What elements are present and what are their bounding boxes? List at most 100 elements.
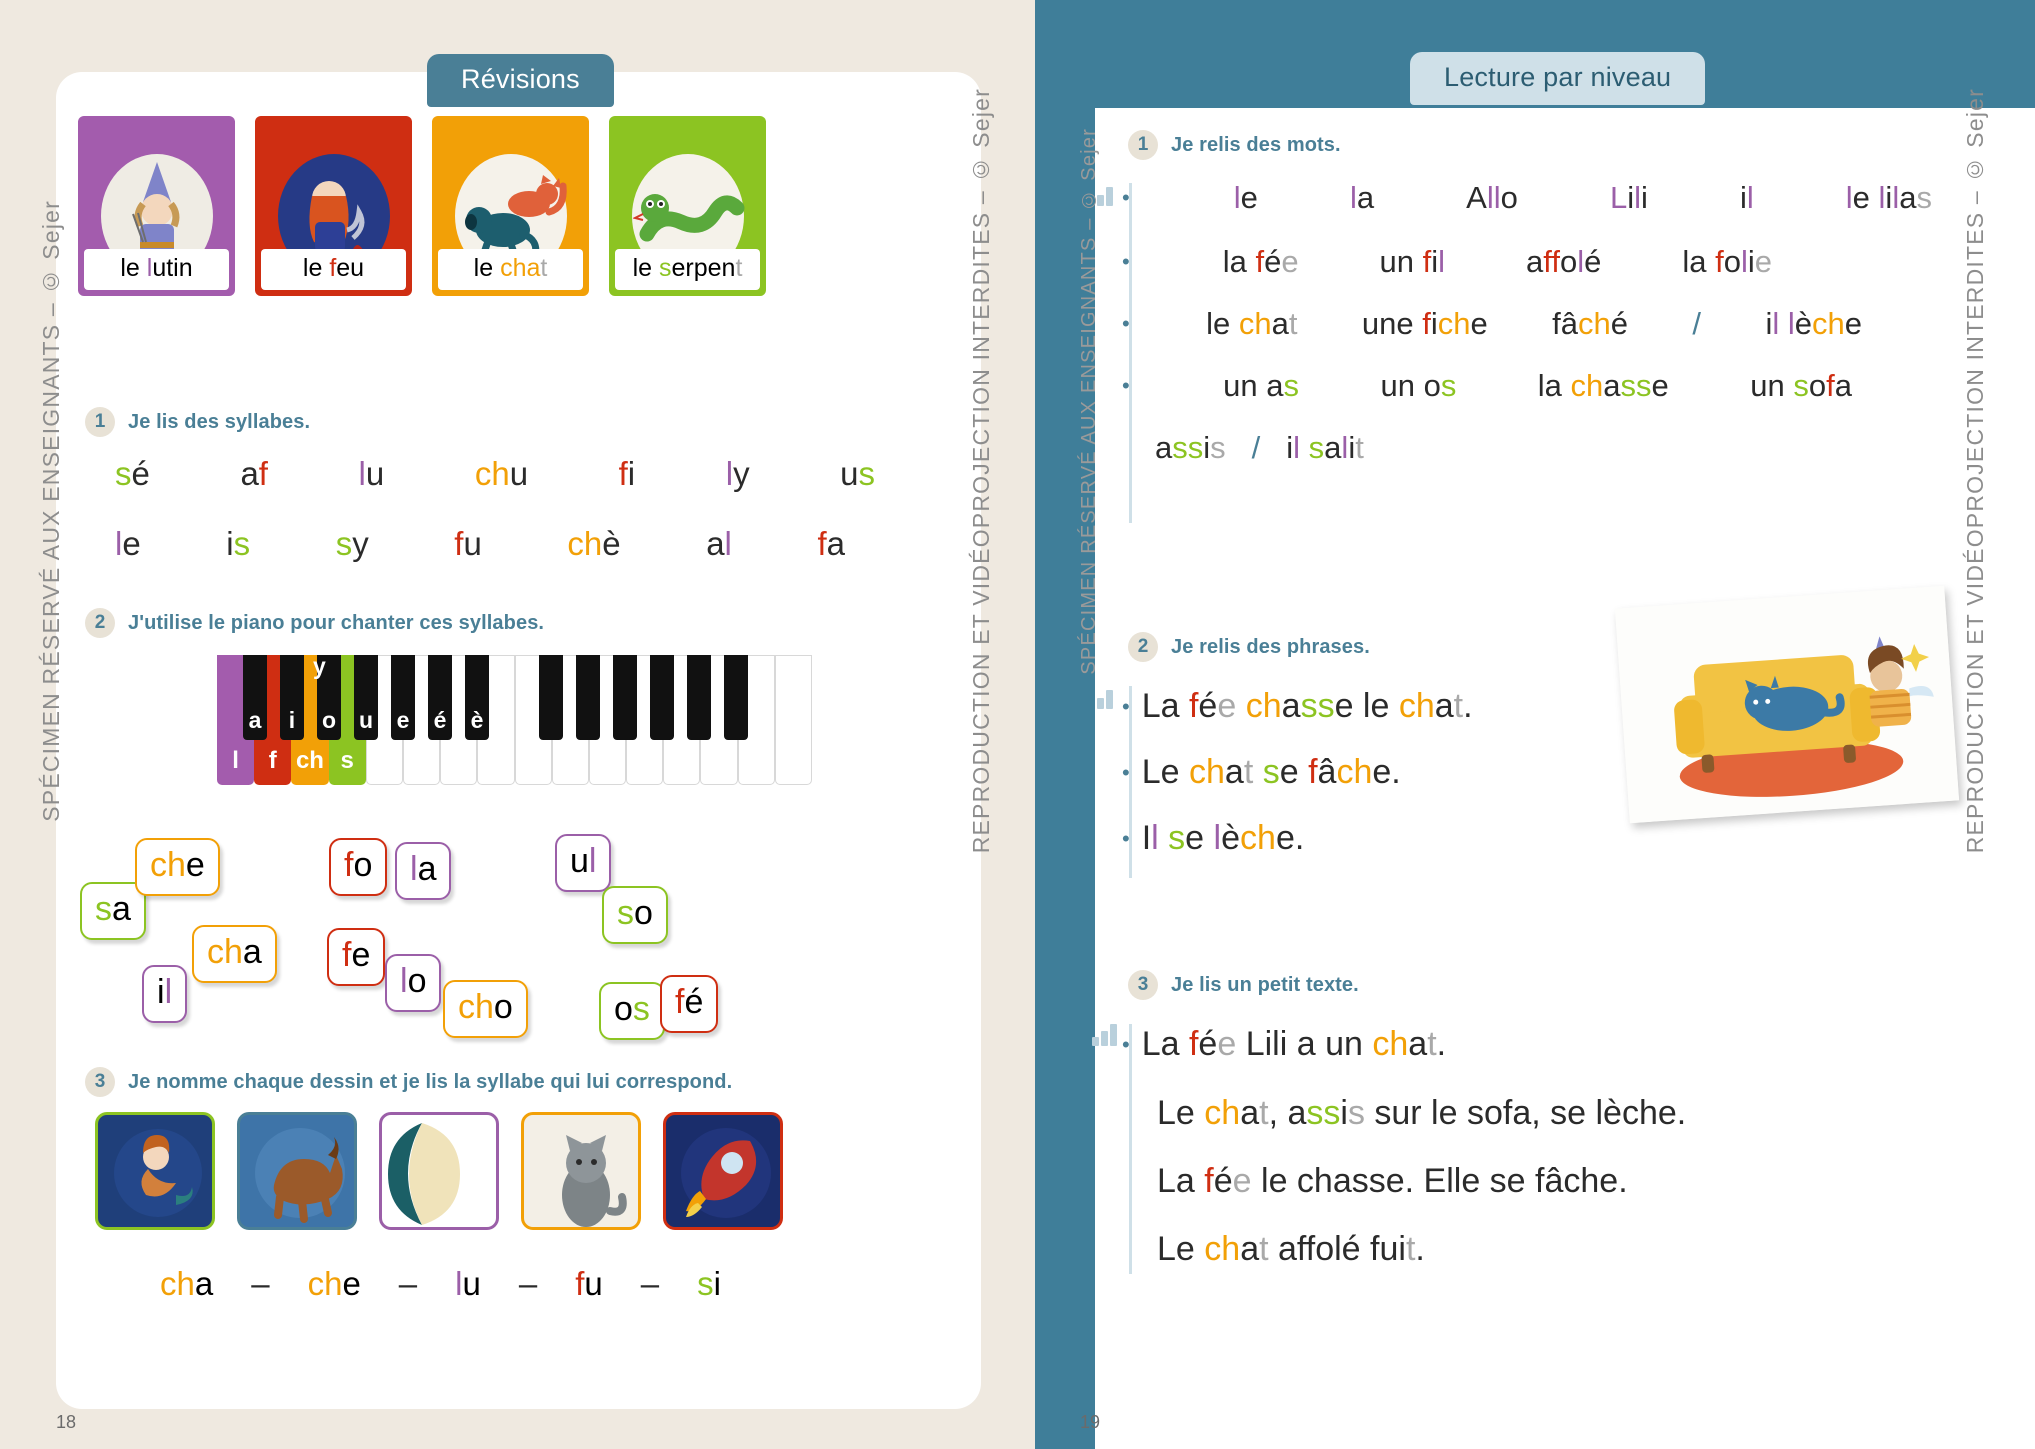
answer-item: fu: [575, 1265, 603, 1302]
piano-black-key-i[interactable]: i: [280, 655, 304, 740]
syllable-cell: sy: [335, 525, 369, 562]
piano-key-label: è: [470, 707, 484, 733]
piano-black-key[interactable]: [724, 655, 748, 740]
word: affolé: [1526, 244, 1602, 279]
word: un as: [1223, 368, 1300, 403]
word: la chasse: [1537, 368, 1669, 403]
vocab-card-lutin[interactable]: le lutin: [78, 116, 235, 296]
horse-illustration: [255, 1128, 345, 1223]
exercise-number: 3: [85, 1067, 115, 1097]
tab-revisions[interactable]: Révisions: [427, 54, 614, 107]
piano-black-key-eacute[interactable]: é: [428, 655, 452, 740]
word-separator: /: [1692, 306, 1702, 341]
piano-black-key-e[interactable]: e: [391, 655, 415, 740]
answer-separator: –: [518, 1265, 538, 1302]
piano-key-label: a: [248, 707, 262, 733]
word: la: [1349, 180, 1375, 215]
piano-keyboard[interactable]: l f ch s y a i o u e é è: [217, 653, 812, 785]
scene-photo: [1614, 585, 1960, 824]
moon-illustration: [388, 1123, 460, 1225]
word-line-4: • un as un os la chasse un sofa: [1122, 368, 1852, 404]
piano-key-label: é: [433, 707, 447, 733]
piano-black-key-egrave[interactable]: è: [465, 655, 489, 740]
exercise-title: Je relis des phrases.: [1171, 635, 1370, 658]
label-part-pre: le: [120, 254, 147, 282]
thumbnail-horse[interactable]: [237, 1112, 357, 1230]
syllable-chip-os[interactable]: os: [599, 982, 665, 1040]
piano-black-keys[interactable]: y a i o u e é è: [217, 653, 812, 785]
vocab-card-feu[interactable]: le feu: [255, 116, 412, 296]
thumbnail-moon[interactable]: [379, 1112, 499, 1230]
syllable-chip-fe[interactable]: fe: [327, 928, 386, 986]
exercise-title: J'utilise le piano pour chanter ces syll…: [128, 611, 545, 634]
sentence-text: Le chat affolé fuit.: [1157, 1230, 1425, 1268]
syllable-cell: ly: [725, 455, 750, 492]
bullet-icon: •: [1122, 759, 1130, 785]
word: fâché: [1552, 306, 1629, 341]
word: une fiche: [1361, 306, 1488, 341]
piano-key-label: o: [321, 707, 337, 733]
text-line-1: • La fée Lili a un chat.: [1122, 1025, 1446, 1064]
tab-lecture-par-niveau[interactable]: Lecture par niveau: [1410, 52, 1706, 105]
answer-syllable-row: cha – che – lu – fu – si: [160, 1265, 721, 1303]
piano-black-key[interactable]: [576, 655, 600, 740]
exercise-title: Je nomme chaque dessin et je lis la syll…: [128, 1070, 733, 1093]
word: la folie: [1682, 244, 1772, 279]
word-separator: /: [1251, 430, 1261, 465]
syllable-chip-fo[interactable]: fo: [329, 838, 388, 896]
syllable-chip-cloud: sa che il cha fo la fe lo cho ul so os f…: [80, 820, 860, 1070]
vocab-label-feu: le feu: [261, 249, 406, 290]
label-part-mute: t: [735, 254, 743, 282]
sentence-text: Le chat se fâche.: [1141, 753, 1401, 791]
word: un fil: [1379, 244, 1446, 279]
vocab-card-serpent[interactable]: le serpent: [609, 116, 766, 296]
syllable-chip-sa[interactable]: sa: [80, 882, 146, 940]
syllable-cell: chè: [567, 525, 621, 562]
word: il salit: [1286, 430, 1364, 465]
sentence-text: La fée Lili a un chat.: [1141, 1025, 1447, 1063]
syllable-row-2: le is sy fu chè al fa: [115, 525, 845, 563]
syllable-cell: sé: [115, 455, 150, 492]
word-line-5: assis / il salit: [1155, 430, 1364, 466]
syllable-chip-la[interactable]: la: [395, 842, 452, 900]
sentence-2: • Le chat se fâche.: [1122, 753, 1401, 792]
syllable-chip-il[interactable]: il: [142, 965, 188, 1023]
sentence-text: La fée chasse le chat.: [1141, 687, 1473, 725]
vocab-card-chat[interactable]: le chat: [432, 116, 589, 296]
syllable-chip-fe2[interactable]: fé: [660, 975, 719, 1033]
word: assis: [1155, 430, 1226, 465]
cat-illustration: [562, 1135, 627, 1227]
syllable-cell: af: [240, 455, 268, 492]
syllable-chip-lo[interactable]: lo: [385, 954, 442, 1012]
answer-separator: –: [640, 1265, 660, 1302]
syllable-chip-so[interactable]: so: [602, 886, 668, 944]
bullet-icon: •: [1122, 185, 1130, 210]
label-part-pre: le: [302, 254, 330, 282]
exercise-number: 1: [1128, 130, 1158, 160]
word-line-1: • le la Allo Lili il le lilas: [1122, 180, 1932, 216]
piano-black-key[interactable]: [539, 655, 563, 740]
sentence-text: La fée le chasse. Elle se fâche.: [1157, 1162, 1628, 1200]
piano-black-key[interactable]: [687, 655, 711, 740]
text-line-2: Le chat, assis sur le sofa, se lèche.: [1157, 1094, 1686, 1133]
piano-key-label: u: [358, 707, 374, 733]
syllable-chip-che[interactable]: che: [135, 838, 220, 896]
answer-separator: –: [398, 1265, 418, 1302]
piano-black-key-u[interactable]: u: [354, 655, 378, 740]
exercise-number: 1: [85, 407, 115, 437]
thumbnail-rocket[interactable]: [663, 1112, 783, 1230]
syllable-chip-cho[interactable]: cho: [443, 980, 528, 1038]
syllable-chip-cha[interactable]: cha: [192, 925, 277, 983]
syllable-row-1: sé af lu chu fi ly us: [115, 455, 875, 493]
piano-black-key-a[interactable]: a: [243, 655, 267, 740]
syllable-cell: al: [706, 525, 732, 562]
word-line-3: • le chat une fiche fâché / il lèche: [1122, 306, 1862, 342]
piano-black-key[interactable]: [613, 655, 637, 740]
label-part-post: t: [540, 254, 548, 282]
thumbnail-cat[interactable]: [521, 1112, 641, 1230]
word: il lèche: [1765, 306, 1862, 341]
syllable-cell: fu: [454, 525, 482, 562]
piano-black-key[interactable]: [650, 655, 674, 740]
syllable-chip-ul[interactable]: ul: [555, 834, 612, 892]
thumbnail-mermaid[interactable]: [95, 1112, 215, 1230]
